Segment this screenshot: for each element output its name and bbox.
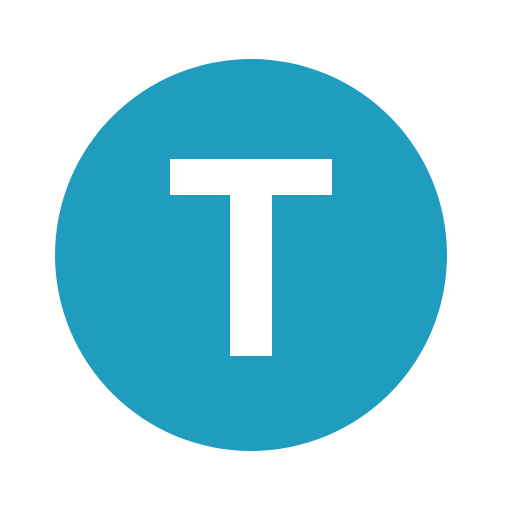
app-icon-canvas: [0, 0, 512, 512]
t-logo-icon: [55, 59, 447, 451]
logo-letter-t-stem: [230, 159, 272, 356]
